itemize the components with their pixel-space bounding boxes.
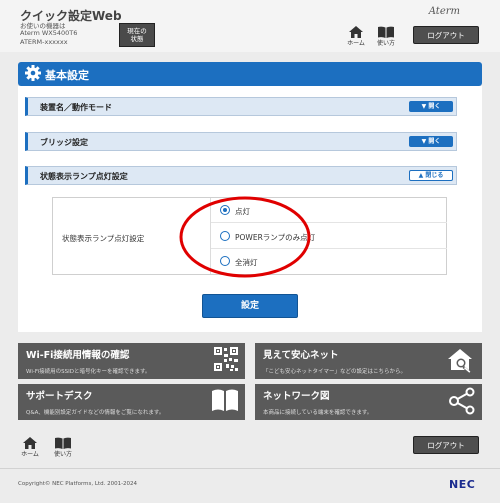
help-label: 使い方 xyxy=(53,451,72,458)
copyright: Copyright© NEC Platforms, Ltd. 2001-2024 xyxy=(18,481,138,487)
section-label: 状態表示ランプ点灯設定 xyxy=(40,172,128,181)
radio-on[interactable] xyxy=(220,205,230,215)
card-desc: Q&A、機能別設定ガイドなどの情報をご覧になれます。 xyxy=(26,410,165,416)
current-status-button[interactable]: 現在の 状態 xyxy=(119,23,155,47)
section-label: ブリッジ設定 xyxy=(40,138,88,147)
option-all-off[interactable]: 全消灯 xyxy=(211,249,447,274)
card-network-map[interactable]: ネットワーク図 本商品に接続している端末を確認できます。 xyxy=(255,384,482,420)
option-label: 点灯 xyxy=(235,207,250,216)
device-model: Aterm WX5400T6 xyxy=(20,29,78,37)
card-desc: 「こども安心ネットタイマー」などの設定はこちらから。 xyxy=(263,369,407,375)
device-id: ATERM-xxxxxx xyxy=(20,38,68,46)
lamp-setting-label: 状態表示ランプ点灯設定 xyxy=(62,234,145,243)
footer-logout-button[interactable]: ログアウト xyxy=(413,436,479,454)
card-desc: 本商品に接続している端末を確認できます。 xyxy=(263,410,373,416)
card-title: サポートデスク xyxy=(26,391,93,402)
apply-button[interactable]: 設定 xyxy=(202,294,298,318)
radio-power-only[interactable] xyxy=(220,231,230,241)
open-label: 開く xyxy=(428,138,441,145)
book-icon xyxy=(378,26,394,38)
option-label: 全消灯 xyxy=(235,258,258,267)
radio-all-off[interactable] xyxy=(220,256,230,266)
nec-logo: NEC xyxy=(449,478,476,491)
logout-button[interactable]: ログアウト xyxy=(413,26,479,44)
basic-settings-header: 基本設定 xyxy=(18,62,482,86)
home-icon xyxy=(349,26,363,38)
card-title: ネットワーク図 xyxy=(263,391,330,402)
card-support-desk[interactable]: サポートデスク Q&A、機能別設定ガイドなどの情報をご覧になれます。 xyxy=(18,384,245,420)
home-label: ホーム xyxy=(21,451,39,458)
book-icon xyxy=(212,389,238,411)
footer-home-button[interactable]: ホーム xyxy=(17,437,43,458)
section-status-lamp[interactable]: 状態表示ランプ点灯設定 ▲ 閉じる xyxy=(25,166,457,185)
help-button[interactable]: 使い方 xyxy=(373,26,399,47)
panel-title: 基本設定 xyxy=(45,69,89,82)
close-label: 閉じる xyxy=(425,172,444,179)
lamp-setting-box: 状態表示ランプ点灯設定 点灯 POWERランプのみ点灯 全消灯 xyxy=(52,197,447,275)
aterm-logo: Aterm xyxy=(428,6,460,17)
home-icon xyxy=(23,437,37,449)
card-desc: Wi-Fi接続用のSSIDと暗号化キーを確認できます。 xyxy=(26,369,151,375)
option-power-only[interactable]: POWERランプのみ点灯 xyxy=(211,224,447,249)
home-label: ホーム xyxy=(347,40,365,47)
footer-help-button[interactable]: 使い方 xyxy=(50,437,76,458)
qr-code-icon xyxy=(214,347,238,371)
house-search-icon xyxy=(448,349,472,373)
card-title: Wi-Fi接続用情報の確認 xyxy=(26,350,130,361)
help-label: 使い方 xyxy=(376,40,395,47)
card-wifi-info[interactable]: Wi-Fi接続用情報の確認 Wi-Fi接続用のSSIDと暗号化キーを確認できます… xyxy=(18,343,245,379)
option-label: POWERランプのみ点灯 xyxy=(235,233,316,242)
section-bridge-settings[interactable]: ブリッジ設定 ▼ 開く xyxy=(25,132,457,151)
status-button-line-2: 状態 xyxy=(130,35,144,43)
option-on[interactable]: 点灯 xyxy=(211,198,447,223)
footer-divider xyxy=(0,468,500,469)
open-label: 開く xyxy=(428,103,441,110)
network-icon xyxy=(449,387,475,415)
lamp-options: 点灯 POWERランプのみ点灯 全消灯 xyxy=(210,198,447,274)
gear-icon xyxy=(25,65,41,81)
home-button[interactable]: ホーム xyxy=(343,26,369,47)
page-header: クイック設定Web お使いの機器は Aterm WX5400T6 ATERM-x… xyxy=(0,0,500,52)
open-button[interactable]: ▼ 開く xyxy=(409,101,453,112)
book-icon xyxy=(55,437,71,449)
close-button[interactable]: ▲ 閉じる xyxy=(409,170,453,181)
section-label: 装置名／動作モード xyxy=(40,103,112,112)
card-safe-net[interactable]: 見えて安心ネット 「こども安心ネットタイマー」などの設定はこちらから。 xyxy=(255,343,482,379)
card-title: 見えて安心ネット xyxy=(263,350,339,361)
status-button-line-1: 現在の xyxy=(127,27,147,35)
open-button[interactable]: ▼ 開く xyxy=(409,136,453,147)
section-device-name-mode[interactable]: 装置名／動作モード ▼ 開く xyxy=(25,97,457,116)
